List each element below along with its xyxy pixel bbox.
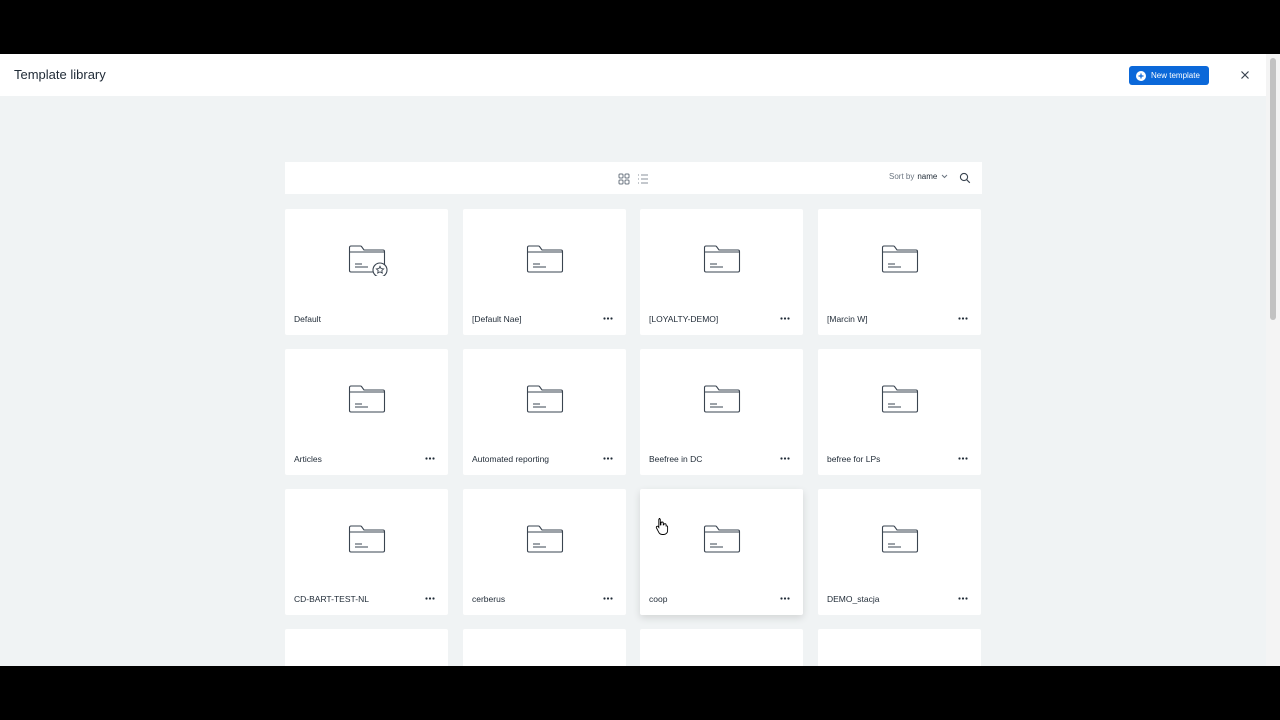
scrollbar[interactable]	[1266, 54, 1280, 666]
template-name: cerberus	[472, 594, 506, 604]
more-options-icon[interactable]	[778, 313, 792, 323]
folder-icon	[703, 382, 741, 413]
folder-icon	[703, 242, 741, 273]
template-card[interactable]: befree for LPs	[818, 349, 981, 475]
more-options-icon[interactable]	[778, 593, 792, 603]
template-card[interactable]: [LOYALTY-DEMO]	[640, 209, 803, 335]
template-card[interactable]: Beefree in DC	[640, 349, 803, 475]
folder-icon	[881, 242, 919, 273]
close-icon[interactable]	[1238, 68, 1252, 82]
scrollbar-thumb[interactable]	[1270, 58, 1276, 320]
template-card[interactable]: CD-BART-TEST-NL	[285, 489, 448, 615]
template-name: coop	[649, 594, 668, 604]
template-library-window: Template library New template Sort by na…	[0, 54, 1280, 666]
template-card[interactable]: DEMO_stacja	[818, 489, 981, 615]
search-icon[interactable]	[959, 171, 971, 184]
more-options-icon[interactable]	[956, 313, 970, 323]
chevron-down-icon	[942, 174, 948, 179]
folder-icon	[348, 522, 386, 553]
new-template-label: New template	[1151, 71, 1200, 80]
more-options-icon[interactable]	[423, 593, 437, 603]
list-view-icon[interactable]	[637, 172, 649, 184]
more-options-icon[interactable]	[956, 453, 970, 463]
template-name: [Default Nae]	[472, 314, 522, 324]
hand-cursor-icon	[655, 517, 669, 535]
more-options-icon[interactable]	[778, 453, 792, 463]
template-name: Articles	[294, 454, 322, 464]
header-bar: Template library New template	[0, 54, 1266, 96]
template-card-partial[interactable]	[818, 629, 981, 666]
new-template-button[interactable]: New template	[1129, 66, 1209, 85]
folder-icon	[526, 522, 564, 553]
library-toolbar: Sort by name	[285, 162, 982, 194]
template-card-partial[interactable]	[285, 629, 448, 666]
folder-star-icon	[348, 242, 388, 278]
sort-label: Sort by	[889, 172, 915, 181]
template-name: Default	[294, 314, 321, 324]
template-name: CD-BART-TEST-NL	[294, 594, 369, 604]
grid-view-icon[interactable]	[618, 172, 630, 185]
template-name: [LOYALTY-DEMO]	[649, 314, 719, 324]
more-options-icon[interactable]	[423, 453, 437, 463]
template-card-partial[interactable]	[640, 629, 803, 666]
more-options-icon[interactable]	[956, 593, 970, 603]
template-card[interactable]: Default	[285, 209, 448, 335]
template-name: Beefree in DC	[649, 454, 703, 464]
template-card[interactable]: [Default Nae]	[463, 209, 626, 335]
template-card[interactable]: Automated reporting	[463, 349, 626, 475]
template-name: DEMO_stacja	[827, 594, 880, 604]
folder-icon	[881, 382, 919, 413]
template-name: befree for LPs	[827, 454, 881, 464]
page-title: Template library	[14, 67, 106, 82]
sort-dropdown[interactable]: Sort by name	[889, 172, 948, 181]
folder-icon	[348, 382, 386, 413]
template-card[interactable]: [Marcin W]	[818, 209, 981, 335]
folder-icon	[703, 522, 741, 553]
folder-icon	[881, 522, 919, 553]
template-card-partial[interactable]	[463, 629, 626, 666]
template-name: Automated reporting	[472, 454, 550, 464]
template-card[interactable]: Articles	[285, 349, 448, 475]
plus-icon	[1136, 70, 1146, 81]
template-card[interactable]: coop	[640, 489, 803, 615]
template-card[interactable]: cerberus	[463, 489, 626, 615]
sort-value: name	[917, 172, 938, 181]
more-options-icon[interactable]	[601, 593, 615, 603]
folder-icon	[526, 242, 564, 273]
template-name: [Marcin W]	[827, 314, 868, 324]
folder-icon	[526, 382, 564, 413]
more-options-icon[interactable]	[601, 453, 615, 463]
more-options-icon[interactable]	[601, 313, 615, 323]
